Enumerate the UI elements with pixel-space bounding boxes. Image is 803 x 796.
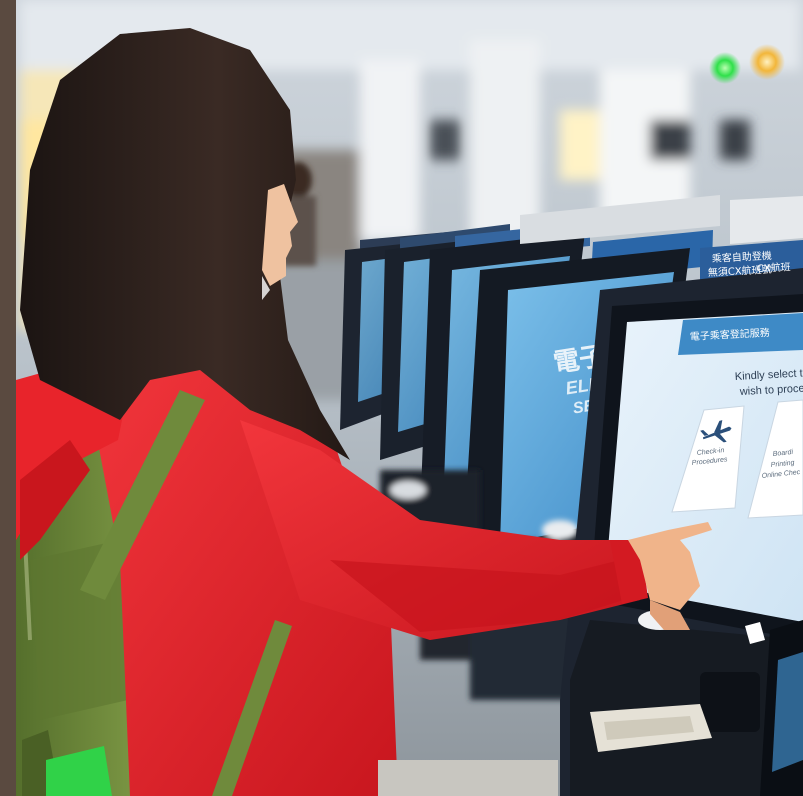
green-status-light <box>709 52 741 84</box>
floor <box>378 760 558 796</box>
card-reader[interactable] <box>700 672 760 732</box>
amber-status-light <box>749 44 785 80</box>
photo-illustration: 電子乘客登 ELECTRONIC SELF CHE <box>0 0 803 796</box>
left-edge-strip <box>0 0 16 796</box>
photo-scene: 電子乘客登 ELECTRONIC SELF CHE <box>0 0 803 796</box>
